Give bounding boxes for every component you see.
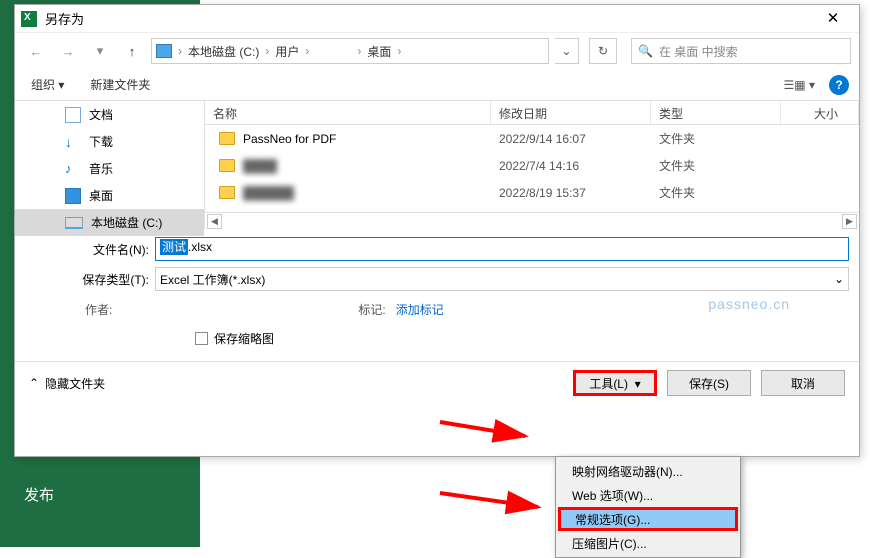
history-dropdown[interactable]: ▾ [87, 38, 113, 64]
breadcrumb-item[interactable]: 桌面 [367, 43, 391, 60]
tags-label: 标记: [358, 303, 385, 317]
filename-label: 文件名(N): [25, 241, 155, 258]
tools-dropdown-menu: 映射网络驱动器(N)... Web 选项(W)... 常规选项(G)... 压缩… [555, 456, 741, 558]
horizontal-scrollbar[interactable]: ◀▶ [205, 212, 859, 229]
tree-item-desktop[interactable]: 桌面 [15, 182, 204, 209]
annotation-arrow-icon [440, 485, 550, 518]
column-size[interactable]: 大小 [781, 101, 859, 124]
file-row[interactable]: PassNeo for PDF 2022/9/14 16:07 文件夹 [205, 125, 859, 152]
bg-publish[interactable]: 发布 [0, 470, 200, 519]
up-button[interactable]: ↑ [119, 38, 145, 64]
save-as-dialog: 另存为 ✕ ← → ▾ ↑ › 本地磁盘 (C:) › 用户 › › 桌面 › … [14, 4, 860, 457]
search-icon: 🔍 [638, 44, 653, 58]
save-button[interactable]: 保存(S) [667, 370, 751, 396]
refresh-button[interactable]: ↻ [589, 38, 617, 64]
new-folder-button[interactable]: 新建文件夹 [84, 72, 156, 97]
file-row[interactable]: ████ 2022/7/4 14:16 文件夹 [205, 152, 859, 179]
column-date[interactable]: 修改日期 [491, 101, 651, 124]
folder-tree: 文档 ↓下载 ♪音乐 桌面 本地磁盘 (C:) [15, 101, 205, 229]
author-label: 作者: [85, 303, 112, 317]
excel-icon [21, 11, 37, 27]
file-row[interactable]: ██████ 2022/8/19 15:37 文件夹 [205, 179, 859, 206]
back-button[interactable]: ← [23, 38, 49, 64]
tree-item-documents[interactable]: 文档 [15, 101, 204, 128]
folder-icon [219, 159, 235, 172]
tree-item-downloads[interactable]: ↓下载 [15, 128, 204, 155]
tools-button[interactable]: 工具(L) ▾ [573, 370, 657, 396]
search-input[interactable]: 🔍 在 桌面 中搜索 [631, 38, 851, 64]
column-type[interactable]: 类型 [651, 101, 781, 124]
filename-input[interactable]: 测试.xlsx [155, 237, 849, 261]
breadcrumb-item[interactable] [315, 43, 351, 60]
dialog-title: 另存为 [45, 9, 813, 28]
menu-web-options[interactable]: Web 选项(W)... [558, 483, 738, 507]
column-name[interactable]: 名称 [205, 101, 491, 124]
view-button[interactable]: ☰▦ ▾ [784, 78, 815, 92]
breadcrumb[interactable]: › 本地磁盘 (C:) › 用户 › › 桌面 › [151, 38, 549, 64]
thumbnail-label: 保存缩略图 [214, 330, 274, 347]
breadcrumb-item[interactable]: 本地磁盘 (C:) [188, 43, 259, 60]
breadcrumb-item[interactable]: 用户 [275, 43, 299, 60]
thumbnail-checkbox[interactable] [195, 332, 208, 345]
disk-icon [156, 44, 172, 58]
tree-item-local-disk-c[interactable]: 本地磁盘 (C:) [15, 209, 204, 236]
folder-icon [219, 132, 235, 145]
organize-button[interactable]: 组织 ▾ [25, 72, 70, 97]
forward-button[interactable]: → [55, 38, 81, 64]
folder-icon [219, 186, 235, 199]
path-dropdown[interactable]: ⌄ [555, 38, 579, 64]
hide-folders-link[interactable]: ⌃隐藏文件夹 [29, 375, 563, 392]
help-button[interactable]: ? [829, 75, 849, 95]
menu-map-network-drive[interactable]: 映射网络驱动器(N)... [558, 459, 738, 483]
cancel-button[interactable]: 取消 [761, 370, 845, 396]
menu-general-options[interactable]: 常规选项(G)... [558, 507, 738, 531]
filetype-select[interactable]: Excel 工作簿(*.xlsx)⌄ [155, 267, 849, 291]
close-button[interactable]: ✕ [813, 6, 853, 32]
tree-item-music[interactable]: ♪音乐 [15, 155, 204, 182]
menu-compress-pictures[interactable]: 压缩图片(C)... [558, 531, 738, 555]
add-tags-link[interactable]: 添加标记 [396, 303, 444, 317]
filetype-label: 保存类型(T): [25, 271, 155, 288]
